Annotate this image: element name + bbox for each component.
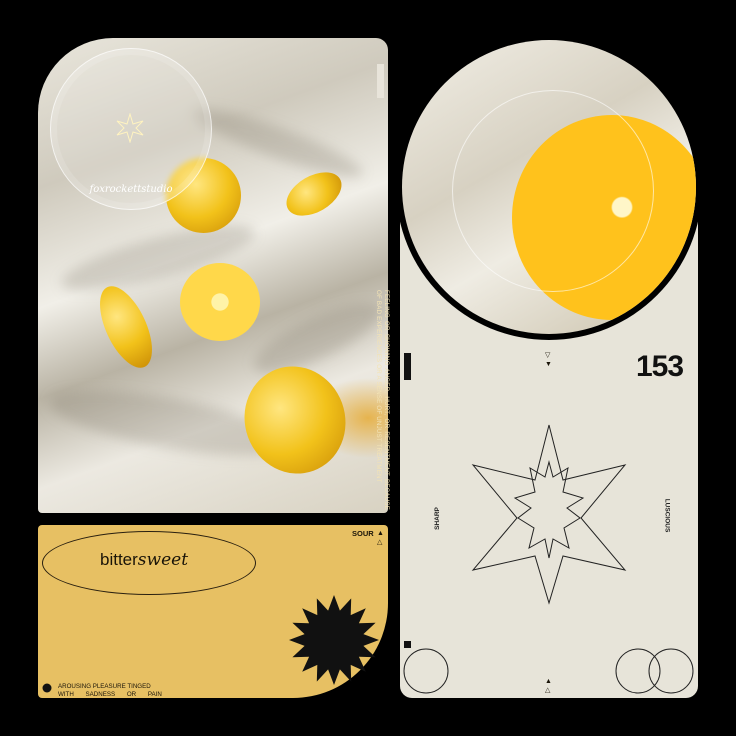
sour-label: SOUR xyxy=(352,529,374,538)
bittersweet-definition: AROUSING PLEASURE TINGED WITH SADNESS OR… xyxy=(58,683,162,698)
triangle-filled-icon: ▼ xyxy=(545,361,552,368)
marker-bar xyxy=(404,353,411,380)
triangle-outline-icon: △ xyxy=(377,539,383,546)
bitter-definition: FEELING OR SHOWING ANGER, HURT, OR RESEN… xyxy=(375,290,390,510)
title-word: bittersweet xyxy=(100,550,189,570)
lemon-wedge xyxy=(89,278,163,376)
triangle-filled-icon: ▲ xyxy=(545,678,552,685)
small-starburst-icon xyxy=(42,683,52,693)
sharp-label: SHARP xyxy=(433,507,441,530)
triangle-filled-icon: ▲ xyxy=(377,530,384,537)
circle-icon xyxy=(403,648,449,694)
triangle-outline-icon: ▽ xyxy=(545,352,551,359)
overlapping-circles-icon xyxy=(615,648,694,694)
star-outline-icon xyxy=(471,424,627,605)
card-number: 153 xyxy=(636,350,684,383)
star-icon xyxy=(116,113,144,143)
lemon-slice xyxy=(180,263,260,341)
watermark-text: foxrockettstudio xyxy=(89,184,173,195)
luscious-label: LUSCIOUS xyxy=(663,498,671,533)
orange-photo-circle xyxy=(396,34,702,340)
triangle-outline-icon: △ xyxy=(545,687,551,694)
lemon xyxy=(229,352,361,488)
starburst-icon xyxy=(289,595,379,685)
studio-seal: foxrockettstudio xyxy=(50,48,212,210)
scrollbar xyxy=(377,64,384,98)
